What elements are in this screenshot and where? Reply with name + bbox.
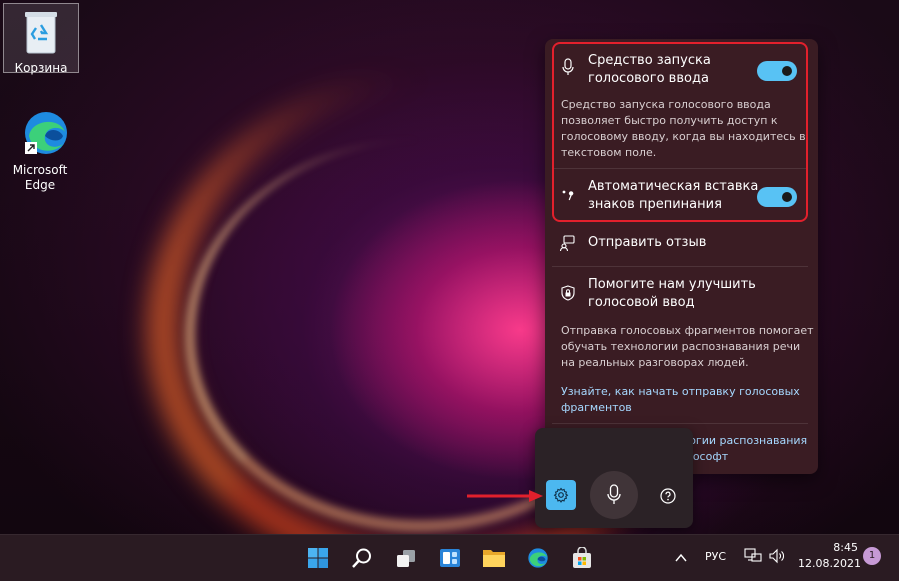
widgets-icon [440,549,460,567]
microphone-button[interactable] [590,471,638,519]
search-icon [352,548,371,568]
input-language-indicator[interactable]: РУС [705,550,726,563]
desktop-icon-edge[interactable]: Microsoft Edge [2,108,78,193]
task-view-button[interactable] [391,543,421,573]
show-hidden-icons-button[interactable] [674,549,688,568]
clock[interactable]: 8:45 12.08.2021 [798,540,861,572]
improve-title-line2: голосовой ввод [588,295,695,310]
gear-icon [553,487,569,503]
help-button[interactable] [656,484,680,508]
feedback-icon [559,234,577,252]
windows-icon [308,548,328,568]
divider [552,423,808,424]
learn-link-line2[interactable]: фрагментов [561,399,632,416]
edge-label-line2: Edge [24,178,56,192]
network-icon[interactable] [744,548,762,568]
folder-icon [483,550,505,567]
taskbar: РУС 8:45 12.08.2021 1 [0,534,899,581]
microphone-icon [607,484,621,504]
desktop-icon-recycle-bin[interactable]: Корзина [3,3,79,75]
clock-time: 8:45 [833,541,858,554]
recycle-bin-label: Корзина [14,61,68,75]
recycle-bin-icon [25,12,57,54]
edge-icon [528,548,548,568]
learn-link-line1[interactable]: Узнайте, как начать отправку голосовых [561,383,800,400]
improve-desc-line3: на реальных разговорах людей. [561,356,749,369]
file-explorer-button[interactable] [479,543,509,573]
improve-desc-line1: Отправка голосовых фрагментов помогает [561,324,814,337]
feedback-row[interactable]: Отправить отзыв [552,226,808,260]
shield-lock-icon [559,284,577,302]
chevron-up-icon [675,553,687,562]
clock-date: 12.08.2021 [798,557,861,570]
edge-label-line1: Microsoft [12,163,68,177]
annotation-highlight-box [552,42,808,222]
search-button[interactable] [347,543,377,573]
divider [552,266,808,267]
start-button[interactable] [303,543,333,573]
edge-icon [25,112,67,154]
edge-taskbar-button[interactable] [523,543,553,573]
improve-title-line1: Помогите нам улучшить [588,277,756,292]
task-view-icon [397,550,415,567]
settings-button[interactable] [546,480,576,510]
store-button[interactable] [567,543,597,573]
notification-badge[interactable]: 1 [863,547,881,565]
store-icon [573,547,591,568]
feedback-label: Отправить отзыв [588,235,707,250]
annotation-arrow [467,490,543,502]
volume-icon[interactable] [769,548,785,568]
widgets-button[interactable] [435,543,465,573]
question-icon [660,488,676,504]
improve-desc-line2: обучать технологии распознавания речи [561,340,801,353]
